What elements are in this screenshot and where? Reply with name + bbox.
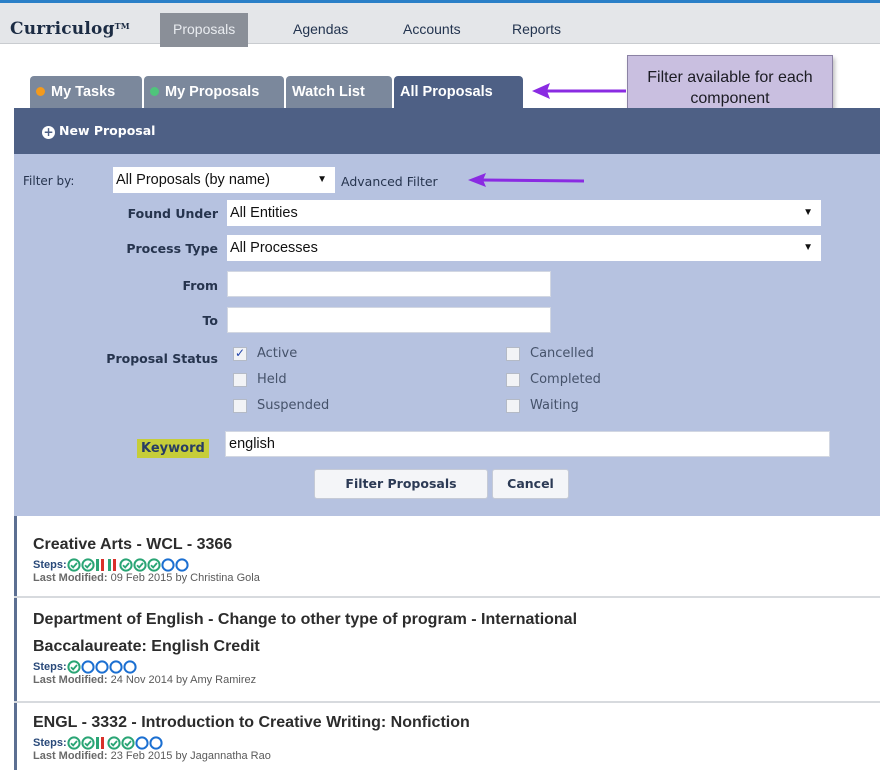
from-label: From bbox=[182, 278, 218, 293]
step-complete-check-icon bbox=[67, 558, 81, 572]
filter-proposals-button[interactable]: Filter Proposals bbox=[314, 469, 488, 499]
steps-progress-icons bbox=[67, 736, 163, 750]
steps-row: Steps: bbox=[33, 736, 470, 750]
step-complete-check-icon bbox=[67, 660, 81, 674]
top-navigation-bar: CurriculogTM Proposals Agendas Accounts … bbox=[0, 0, 880, 47]
active-checkbox[interactable] bbox=[233, 346, 247, 361]
from-date-field[interactable] bbox=[227, 271, 551, 297]
to-label: To bbox=[202, 313, 218, 328]
step-pending-circle-icon bbox=[175, 558, 189, 572]
step-complete-check-icon bbox=[107, 736, 121, 750]
suspended-checkbox-label: Suspended bbox=[257, 398, 330, 413]
step-pending-circle-icon bbox=[123, 660, 137, 674]
list-item[interactable]: Department of English - Change to other … bbox=[33, 606, 577, 686]
proposal-title[interactable]: ENGL - 3332 - Introduction to Creative W… bbox=[33, 709, 470, 736]
filter-panel: + New Proposal Filter by: All Proposals (… bbox=[14, 108, 880, 516]
orange-status-dot-icon bbox=[36, 87, 45, 96]
steps-progress-icons bbox=[67, 558, 189, 572]
step-rejected-icon bbox=[95, 559, 104, 571]
step-pending-circle-icon bbox=[109, 660, 123, 674]
last-modified: Last Modified: 09 Feb 2015 by Christina … bbox=[33, 572, 260, 584]
steps-label: Steps: bbox=[33, 661, 67, 673]
step-pending-circle-icon bbox=[161, 558, 175, 572]
suspended-checkbox[interactable] bbox=[233, 399, 247, 413]
list-item[interactable]: Creative Arts - WCL - 3366 Steps: Last M… bbox=[33, 531, 260, 584]
found-under-label: Found Under bbox=[127, 206, 218, 221]
app-logo[interactable]: CurriculogTM bbox=[10, 19, 130, 39]
nav-tab-proposals[interactable]: Proposals bbox=[160, 13, 249, 47]
divider bbox=[14, 701, 880, 703]
held-checkbox-label: Held bbox=[257, 372, 287, 387]
step-pending-circle-icon bbox=[149, 736, 163, 750]
last-modified: Last Modified: 23 Feb 2015 by Jagannatha… bbox=[33, 750, 271, 762]
proposal-title[interactable]: Creative Arts - WCL - 3366 bbox=[33, 531, 260, 558]
step-complete-check-icon bbox=[81, 558, 95, 572]
step-pending-circle-icon bbox=[135, 736, 149, 750]
filter-by-label: Filter by: bbox=[23, 174, 75, 188]
tab-all-proposals[interactable]: All Proposals bbox=[394, 76, 523, 108]
step-complete-check-icon bbox=[119, 558, 133, 572]
steps-label: Steps: bbox=[33, 737, 67, 749]
step-complete-check-icon bbox=[121, 736, 135, 750]
green-status-dot-icon bbox=[150, 87, 159, 96]
advanced-filter-link[interactable]: Advanced Filter bbox=[341, 174, 438, 189]
cancelled-checkbox-label: Cancelled bbox=[530, 346, 594, 361]
plus-icon: + bbox=[42, 125, 55, 139]
divider bbox=[14, 596, 880, 598]
steps-label: Steps: bbox=[33, 559, 67, 571]
dropdown-arrow-icon: ▼ bbox=[803, 207, 813, 218]
step-rejected-icon bbox=[107, 559, 116, 571]
step-complete-check-icon bbox=[133, 558, 147, 572]
keyword-input[interactable]: english bbox=[225, 431, 830, 457]
nav-tab-agendas[interactable]: Agendas bbox=[280, 13, 361, 47]
proposal-status-label: Proposal Status bbox=[106, 351, 218, 366]
steps-progress-icons bbox=[67, 660, 137, 674]
step-pending-circle-icon bbox=[81, 660, 95, 674]
waiting-checkbox-label: Waiting bbox=[530, 398, 579, 413]
process-type-select[interactable]: All Processes ▼ bbox=[227, 235, 821, 261]
completed-checkbox[interactable] bbox=[506, 373, 520, 387]
proposal-title[interactable]: Department of English - Change to other … bbox=[33, 606, 577, 660]
found-under-select[interactable]: All Entities ▼ bbox=[227, 200, 821, 226]
step-rejected-icon bbox=[95, 737, 104, 749]
keyword-label: Keyword bbox=[137, 439, 209, 458]
process-type-label: Process Type bbox=[126, 241, 218, 256]
tab-watch-list[interactable]: Watch List bbox=[286, 76, 392, 108]
active-checkbox-label: Active bbox=[257, 346, 298, 361]
results-left-border bbox=[14, 516, 17, 770]
nav-tab-reports[interactable]: Reports bbox=[499, 13, 574, 47]
cancelled-checkbox[interactable] bbox=[506, 347, 520, 361]
completed-checkbox-label: Completed bbox=[530, 372, 601, 387]
tab-my-proposals[interactable]: My Proposals bbox=[144, 76, 284, 108]
new-proposal-button[interactable]: + New Proposal bbox=[42, 123, 155, 139]
panel-header: + New Proposal bbox=[14, 108, 880, 154]
to-date-field[interactable] bbox=[227, 307, 551, 333]
dropdown-arrow-icon: ▼ bbox=[317, 174, 327, 185]
dropdown-arrow-icon: ▼ bbox=[803, 242, 813, 253]
step-complete-check-icon bbox=[147, 558, 161, 572]
waiting-checkbox[interactable] bbox=[506, 399, 520, 413]
last-modified: Last Modified: 24 Nov 2014 by Amy Ramire… bbox=[33, 674, 257, 686]
callout-arrow-icon bbox=[532, 83, 626, 99]
step-complete-check-icon bbox=[67, 736, 81, 750]
held-checkbox[interactable] bbox=[233, 373, 247, 387]
steps-row: Steps: bbox=[33, 558, 260, 572]
list-item[interactable]: ENGL - 3332 - Introduction to Creative W… bbox=[33, 709, 470, 762]
step-complete-check-icon bbox=[81, 736, 95, 750]
cancel-button[interactable]: Cancel bbox=[492, 469, 569, 499]
steps-row: Steps: bbox=[33, 660, 577, 674]
nav-tab-accounts[interactable]: Accounts bbox=[390, 13, 474, 47]
step-pending-circle-icon bbox=[95, 660, 109, 674]
advanced-filter-arrow-icon bbox=[468, 173, 585, 187]
filter-by-select[interactable]: All Proposals (by name) ▼ bbox=[113, 167, 335, 193]
tab-my-tasks[interactable]: My Tasks bbox=[30, 76, 142, 108]
